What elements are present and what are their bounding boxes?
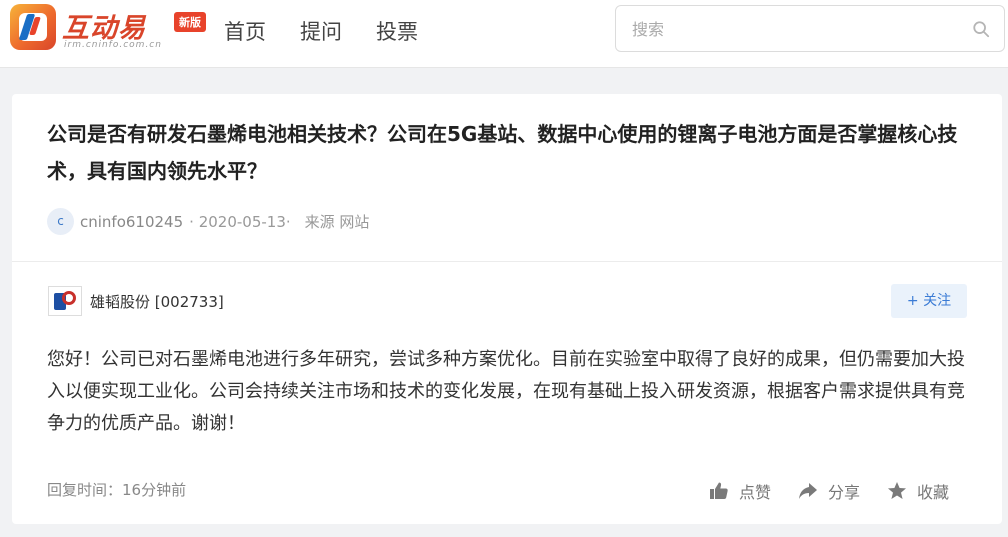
question-title: 公司是否有研发石墨烯电池相关技术？公司在5G基站、数据中心使用的锂离子电池方面是… [47,122,958,183]
new-version-badge: 新版 [174,12,206,32]
search-box [615,5,1005,52]
follow-label: 关注 [923,293,952,309]
plus-icon: + [906,293,919,309]
logo-subtitle: irm.cninfo.com.cn [64,40,162,50]
divider [12,261,1002,262]
question-date: · 2020-05-13· [189,212,291,231]
company-info[interactable]: 雄韬股份 [002733] [48,286,224,316]
collect-label: 收藏 [917,483,950,502]
share-label: 分享 [828,483,861,502]
share-button[interactable]: 分享 [798,479,860,503]
nav-item-ask[interactable]: 提问 [300,16,342,46]
reply-time: 回复时间：16分钟前 [47,481,187,499]
thumbs-up-icon [710,482,728,499]
follow-button[interactable]: + 关注 [891,284,967,318]
search-icon[interactable] [972,20,990,38]
company-name: 雄韬股份 [002733] [90,292,224,311]
asker-username[interactable]: cninfo610245 [80,213,183,231]
qa-card: 公司是否有研发石墨烯电池相关技术？公司在5G基站、数据中心使用的锂离子电池方面是… [12,94,1002,524]
action-bar: 点赞 分享 收藏 [709,479,949,503]
nav-item-vote[interactable]: 投票 [376,16,418,46]
like-button[interactable]: 点赞 [709,479,771,503]
star-icon [888,482,907,499]
share-icon [799,483,818,499]
top-header: 互动易 irm.cninfo.com.cn 新版 首页 提问 投票 [0,0,1008,68]
main-nav: 首页 提问 投票 [224,16,452,46]
collect-button[interactable]: 收藏 [887,479,949,503]
company-logo-icon [48,286,82,316]
site-logo[interactable]: 互动易 irm.cninfo.com.cn 新版 [10,4,210,52]
search-input[interactable] [632,18,952,40]
question-source: 来源 网站 [304,213,370,231]
answer-text: 您好！公司已对石墨烯电池进行多年研究，尝试多种方案优化。目前在实验室中取得了良好… [47,349,965,434]
logo-mark-icon [10,4,56,50]
avatar: c [47,208,74,235]
question-meta: c cninfo610245 · 2020-05-13· 来源 网站 [47,208,369,235]
like-label: 点赞 [739,483,772,502]
nav-item-home[interactable]: 首页 [224,16,266,46]
